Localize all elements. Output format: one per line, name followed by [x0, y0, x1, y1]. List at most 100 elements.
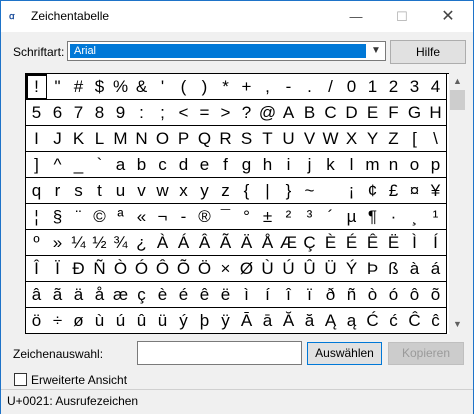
- character-cell[interactable]: ú: [110, 308, 132, 334]
- character-cell[interactable]: í: [257, 282, 279, 308]
- character-cell[interactable]: >: [215, 100, 237, 126]
- character-cell[interactable]: 1: [362, 74, 384, 100]
- character-cell[interactable]: Î: [26, 256, 48, 282]
- character-cell[interactable]: ª: [110, 204, 132, 230]
- character-cell[interactable]: J: [47, 126, 69, 152]
- character-cell[interactable]: b: [131, 152, 153, 178]
- character-cell[interactable]: {: [236, 178, 258, 204]
- character-cell[interactable]: î: [278, 282, 300, 308]
- character-grid[interactable]: ! " # $% & '() * +, -./0 1 2 3 4 5 6 7 8 9:; < = >? @ A B C D E F G H…: [25, 73, 450, 334]
- character-cell[interactable]: Ù: [257, 256, 279, 282]
- character-cell[interactable]: ô: [404, 282, 426, 308]
- character-cell[interactable]: Ê: [362, 230, 384, 256]
- character-cell[interactable]: ñ: [341, 282, 363, 308]
- character-cell[interactable]: ø: [68, 308, 90, 334]
- character-cell[interactable]: ą: [341, 308, 363, 334]
- character-cell[interactable]: %: [110, 74, 132, 100]
- character-cell[interactable]: Í: [425, 230, 447, 256]
- character-cell[interactable]: Â: [194, 230, 216, 256]
- advanced-view-label[interactable]: Erweiterte Ansicht: [31, 373, 127, 387]
- character-cell[interactable]: p: [425, 152, 447, 178]
- character-cell[interactable]: Ã: [215, 230, 237, 256]
- character-cell[interactable]: ©: [89, 204, 111, 230]
- character-cell[interactable]: ë: [215, 282, 237, 308]
- character-cell[interactable]: 5: [26, 100, 48, 126]
- character-cell[interactable]: I: [26, 126, 48, 152]
- character-cell[interactable]: ^: [47, 152, 69, 178]
- character-cell[interactable]: Ĉ: [404, 308, 426, 334]
- character-cell[interactable]: ±: [257, 204, 279, 230]
- character-cell[interactable]: «: [131, 204, 153, 230]
- character-cell[interactable]: y: [194, 178, 216, 204]
- character-cell[interactable]: f: [215, 152, 237, 178]
- character-cell[interactable]: &: [131, 74, 153, 100]
- character-cell[interactable]: Ò: [110, 256, 132, 282]
- character-cell[interactable]: ¡: [341, 178, 363, 204]
- character-cell[interactable]: r: [47, 178, 69, 204]
- font-dropdown[interactable]: Arial ▼: [67, 41, 386, 61]
- character-cell[interactable]: ì: [236, 282, 258, 308]
- character-cell[interactable]: g: [236, 152, 258, 178]
- character-cell[interactable]: $: [89, 74, 111, 100]
- character-cell[interactable]: ¬: [152, 204, 174, 230]
- character-cell[interactable]: ²: [278, 204, 300, 230]
- character-cell[interactable]: ·: [383, 204, 405, 230]
- character-cell[interactable]: ¤: [404, 178, 426, 204]
- character-cell[interactable]: ´: [320, 204, 342, 230]
- character-cell[interactable]: ³: [299, 204, 321, 230]
- character-cell[interactable]: C: [320, 100, 342, 126]
- character-cell[interactable]: H: [425, 100, 447, 126]
- character-cell[interactable]: Ø: [236, 256, 258, 282]
- character-cell[interactable]: O: [152, 126, 174, 152]
- maximize-button[interactable]: ☐: [379, 1, 425, 32]
- character-cell[interactable]: L: [89, 126, 111, 152]
- character-cell[interactable]: U: [278, 126, 300, 152]
- character-cell[interactable]: ×: [215, 256, 237, 282]
- character-cell[interactable]: ý: [173, 308, 195, 334]
- character-cell[interactable]: ": [47, 74, 69, 100]
- character-cell[interactable]: ò: [362, 282, 384, 308]
- character-cell[interactable]: R: [215, 126, 237, 152]
- character-cell[interactable]: B: [299, 100, 321, 126]
- character-cell[interactable]: â: [26, 282, 48, 308]
- character-cell[interactable]: ã: [47, 282, 69, 308]
- character-cell[interactable]: z: [215, 178, 237, 204]
- character-cell[interactable]: ¹: [425, 204, 447, 230]
- character-cell[interactable]: Ì: [404, 230, 426, 256]
- character-cell[interactable]: þ: [194, 308, 216, 334]
- character-cell[interactable]: Ý: [341, 256, 363, 282]
- character-cell[interactable]: W: [320, 126, 342, 152]
- character-cell[interactable]: a: [110, 152, 132, 178]
- character-cell[interactable]: <: [173, 100, 195, 126]
- scroll-down-icon[interactable]: ▼: [449, 316, 466, 333]
- character-cell[interactable]: j: [299, 152, 321, 178]
- character-cell[interactable]: G: [404, 100, 426, 126]
- character-cell[interactable]: Ô: [152, 256, 174, 282]
- character-cell[interactable]: V: [299, 126, 321, 152]
- character-cell[interactable]: x: [173, 178, 195, 204]
- character-cell[interactable]: ¨: [68, 204, 90, 230]
- character-cell[interactable]: t: [89, 178, 111, 204]
- character-cell[interactable]: ': [152, 74, 174, 100]
- character-cell[interactable]: ¾: [110, 230, 132, 256]
- character-cell[interactable]: Ç: [299, 230, 321, 256]
- character-cell[interactable]: k: [320, 152, 342, 178]
- character-cell[interactable]: ð: [320, 282, 342, 308]
- select-button[interactable]: Auswählen: [307, 342, 382, 365]
- character-cell[interactable]: S: [236, 126, 258, 152]
- character-cell[interactable]: ,: [257, 74, 279, 100]
- scrollbar-thumb[interactable]: [450, 90, 465, 110]
- character-cell[interactable]: è: [152, 282, 174, 308]
- character-cell[interactable]: ù: [89, 308, 111, 334]
- character-cell[interactable]: i: [278, 152, 300, 178]
- character-cell[interactable]: M: [110, 126, 132, 152]
- character-cell[interactable]: §: [47, 204, 69, 230]
- character-cell[interactable]: s: [68, 178, 90, 204]
- character-cell[interactable]: N: [131, 126, 153, 152]
- character-cell[interactable]: ½: [89, 230, 111, 256]
- character-cell[interactable]: *: [215, 74, 237, 100]
- character-cell[interactable]: à: [404, 256, 426, 282]
- character-cell[interactable]: Õ: [173, 256, 195, 282]
- character-cell[interactable]: c: [152, 152, 174, 178]
- character-cell[interactable]: +: [236, 74, 258, 100]
